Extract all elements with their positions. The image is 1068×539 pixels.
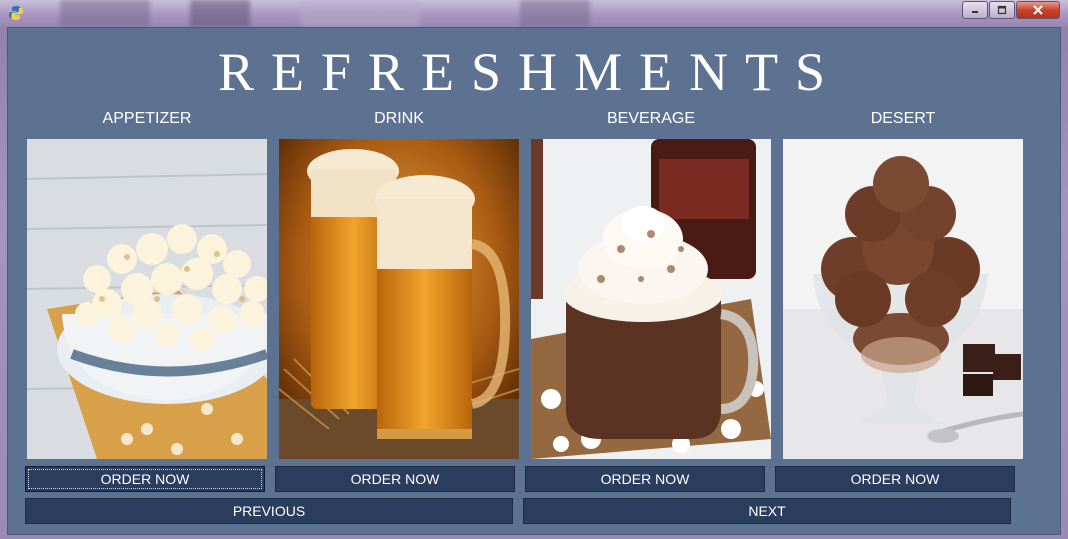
previous-button[interactable]: PREVIOUS (25, 498, 513, 524)
beverage-image (531, 139, 771, 459)
close-button[interactable] (1016, 1, 1060, 19)
python-icon (9, 6, 23, 20)
minimize-button[interactable] (962, 1, 988, 19)
category-label-beverage: BEVERAGE (606, 110, 696, 127)
order-now-button-beverage[interactable]: ORDER NOW (525, 466, 765, 492)
appetizer-image (27, 139, 267, 459)
category-label-drink: DRINK (374, 110, 424, 127)
category-label-desert: DESERT (870, 110, 936, 127)
desert-image (783, 139, 1023, 459)
close-icon (1033, 5, 1043, 15)
category-label-appetizer: APPETIZER (102, 110, 192, 127)
window-titlebar[interactable] (0, 0, 1068, 27)
order-now-button-drink[interactable]: ORDER NOW (275, 466, 515, 492)
minimize-icon (972, 11, 978, 13)
maximize-button[interactable] (989, 1, 1015, 19)
order-now-button-appetizer[interactable]: ORDER NOW (25, 466, 265, 492)
maximize-icon (997, 5, 1007, 15)
page-title: REFRESHMENTS (218, 42, 843, 102)
drink-image (279, 139, 519, 459)
order-now-button-desert[interactable]: ORDER NOW (775, 466, 1015, 492)
main-panel: REFRESHMENTS APPETIZER DRINK BEVERAGE DE… (7, 27, 1061, 535)
next-button[interactable]: NEXT (523, 498, 1011, 524)
